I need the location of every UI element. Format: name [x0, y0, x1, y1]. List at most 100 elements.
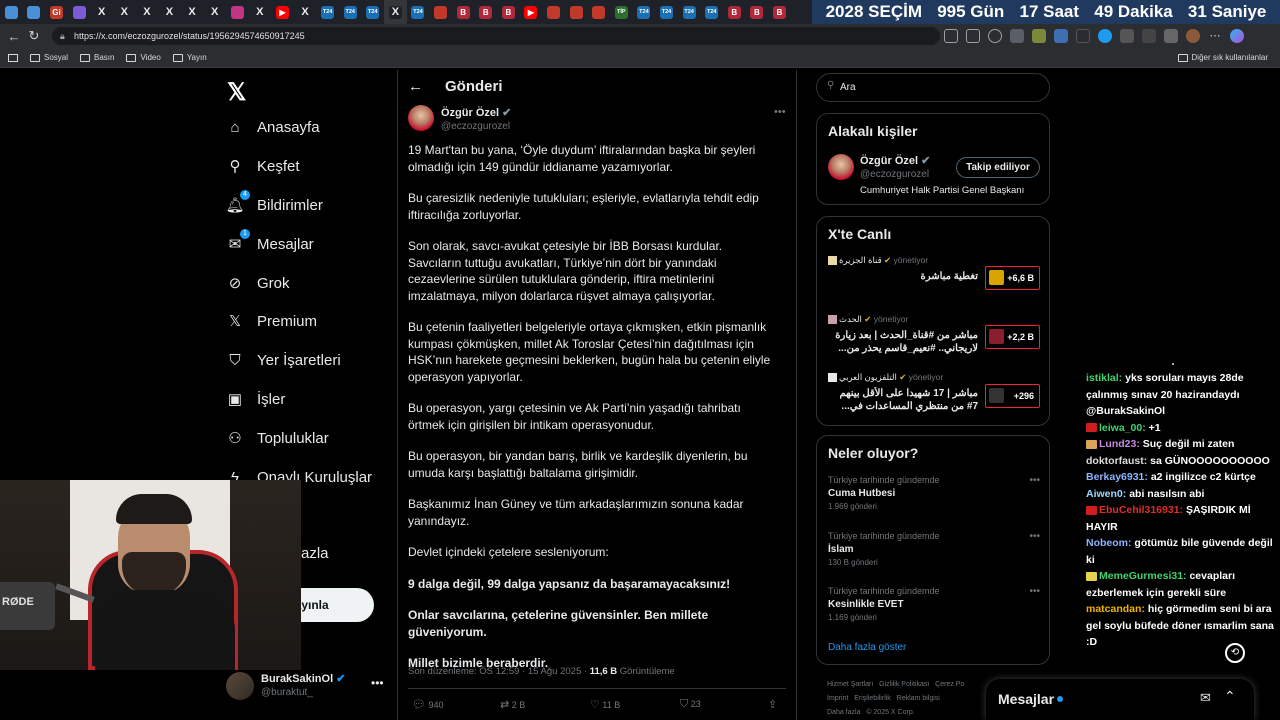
browser-tab[interactable]: B: [474, 0, 497, 24]
browser-tab[interactable]: T24: [700, 0, 723, 24]
browser-tab[interactable]: X: [294, 0, 317, 24]
author-handle[interactable]: @eczozgurozel: [441, 121, 510, 132]
live-item[interactable]: قناة الجزيرة ✔︎ yönetiyor تغطية مباشرة +6,…: [828, 255, 1040, 305]
chat-settings-icon[interactable]: ⟲: [1225, 643, 1245, 663]
browser-tab[interactable]: [565, 0, 588, 24]
search-input[interactable]: ⚲ Ara: [816, 73, 1050, 102]
browser-tab[interactable]: X: [90, 0, 113, 24]
reply-button[interactable]: 💬︎ 940: [412, 698, 444, 711]
browser-tab[interactable]: TİP: [610, 0, 633, 24]
nav-item-topluluklar[interactable]: ⚇ Topluluklar: [226, 425, 328, 451]
browser-tab[interactable]: X: [203, 0, 226, 24]
author-name-row[interactable]: Özgür Özel ✔︎: [441, 106, 511, 119]
browser-tab[interactable]: T24: [407, 0, 430, 24]
chat-username[interactable]: EbuCehil316931:: [1099, 504, 1183, 516]
chat-username[interactable]: istiklal:: [1086, 372, 1122, 384]
extension-icon[interactable]: [1010, 29, 1024, 43]
chat-username[interactable]: doktorfaust:: [1086, 455, 1147, 467]
bookmark-folder-yayin[interactable]: Yayın: [172, 53, 207, 62]
post-timestamp[interactable]: Son düzenleme: ÖS 12:59 · 15 Ağu 2025 ·: [408, 666, 587, 677]
trend-item[interactable]: Türkiye tarihinde gündemde Kesinlikle EVE…: [828, 586, 1040, 622]
trend-more-icon[interactable]: •••: [1029, 586, 1040, 597]
browser-tab[interactable]: ▶: [520, 0, 543, 24]
app-grid-icon[interactable]: [944, 29, 958, 43]
chat-username[interactable]: Aiwen0:: [1086, 488, 1126, 500]
browser-tab[interactable]: [542, 0, 565, 24]
back-icon[interactable]: ←: [4, 29, 24, 44]
extension-icon[interactable]: [1076, 29, 1090, 43]
browser-tab[interactable]: X: [158, 0, 181, 24]
nav-item-bildirimler[interactable]: 🔔︎ 4 Bildirimler: [225, 190, 323, 218]
browser-tab[interactable]: [23, 0, 46, 24]
bookmark-button[interactable]: ⛉ 23: [680, 698, 701, 711]
footer-link[interactable]: Gizlilik Politikası: [879, 681, 929, 688]
footer-link[interactable]: Reklam bilgisi: [897, 695, 940, 702]
footer-link[interactable]: Erişilebilirlik: [854, 695, 891, 702]
browser-tab[interactable]: [587, 0, 610, 24]
account-switcher[interactable]: BurakSakinOl ✔︎ @buraktut_ •••: [226, 670, 386, 706]
reload-icon[interactable]: ↻: [24, 28, 44, 44]
extension-icon[interactable]: [1054, 29, 1068, 43]
browser-tab[interactable]: B: [497, 0, 520, 24]
other-bookmarks[interactable]: Diğer sık kullanılanlar: [1177, 48, 1268, 68]
browser-tab[interactable]: X: [249, 0, 272, 24]
copilot-icon[interactable]: [1230, 29, 1244, 43]
trend-more-icon[interactable]: •••: [1029, 475, 1040, 486]
footer-link[interactable]: Imprint: [827, 695, 848, 702]
favorite-star-icon[interactable]: [988, 29, 1002, 43]
browser-tab[interactable]: X: [136, 0, 159, 24]
live-thumbnail[interactable]: +2,2 B: [985, 325, 1040, 349]
live-item[interactable]: الحدث ✔︎ yönetiyor مباشر من #قناة_الحدث |…: [828, 314, 1040, 364]
browser-tab[interactable]: T24: [678, 0, 701, 24]
nav-more-partial[interactable]: azla: [301, 545, 329, 562]
bookmark-folder-sosyal[interactable]: Sosyal: [30, 53, 68, 62]
post-more-icon[interactable]: •••: [774, 106, 786, 118]
nav-item-grok[interactable]: ⊘ Grok: [226, 270, 290, 296]
sidebar-toggle-icon[interactable]: [8, 53, 18, 62]
footer-link[interactable]: Daha fazla: [827, 709, 860, 716]
author-avatar[interactable]: [408, 105, 434, 131]
browser-tab[interactable]: T24: [633, 0, 656, 24]
live-item[interactable]: التلفزيون العربي ✔︎ yönetiyor مباشر | 17 …: [828, 372, 1040, 422]
extension-icon[interactable]: [1032, 29, 1046, 43]
browser-tab[interactable]: [68, 0, 91, 24]
live-thumbnail[interactable]: +296: [985, 384, 1040, 408]
browser-tab[interactable]: B: [723, 0, 746, 24]
browser-tab[interactable]: T24: [339, 0, 362, 24]
related-name-row[interactable]: Özgür Özel ✔︎: [860, 154, 930, 167]
extension-icon[interactable]: [1142, 29, 1156, 43]
read-aloud-icon[interactable]: [966, 29, 980, 43]
nav-item-keşfet[interactable]: ⚲ Keşfet: [226, 153, 300, 179]
back-arrow-icon[interactable]: ←: [408, 78, 423, 95]
show-more-link[interactable]: Daha fazla göster: [828, 642, 906, 653]
footer-link[interactable]: Hizmet Şartları: [827, 681, 873, 688]
nav-item-mesajlar[interactable]: ✉︎ 1 Mesajlar: [226, 229, 314, 257]
browser-tab[interactable]: T24: [316, 0, 339, 24]
bookmark-folder-basin[interactable]: Basın: [80, 53, 114, 62]
account-more-icon[interactable]: •••: [371, 676, 384, 690]
url-field[interactable]: 🔒︎ https://x.com/eczozgurozel/status/195…: [52, 27, 940, 45]
trend-more-icon[interactable]: •••: [1029, 531, 1040, 542]
nav-item-anasayfa[interactable]: ⌂ Anasayfa: [226, 114, 319, 140]
browser-tab[interactable]: [0, 0, 23, 24]
x-logo[interactable]: 𝕏: [227, 78, 246, 107]
like-button[interactable]: ♡ 11 B: [590, 698, 620, 711]
more-menu-icon[interactable]: ⋯: [1208, 29, 1222, 43]
chat-username[interactable]: Berkay6931:: [1086, 471, 1148, 483]
extension-icon[interactable]: [1120, 29, 1134, 43]
chat-username[interactable]: Nobeom:: [1086, 537, 1132, 549]
browser-tab[interactable]: Gi: [45, 0, 68, 24]
nav-item-premium[interactable]: 𝕏 Premium: [226, 308, 317, 334]
extension-icon[interactable]: [1098, 29, 1112, 43]
browser-tab[interactable]: X: [181, 0, 204, 24]
browser-tab[interactable]: [226, 0, 249, 24]
nav-item-i-şler[interactable]: ▣ İşler: [226, 386, 285, 412]
chat-username[interactable]: leiwa_00:: [1099, 422, 1146, 434]
related-avatar[interactable]: [828, 154, 854, 180]
browser-tab[interactable]: ▶: [271, 0, 294, 24]
nav-item-yer-i-şaretleri[interactable]: ⛉ Yer İşaretleri: [226, 347, 340, 373]
browser-tab[interactable]: T24: [655, 0, 678, 24]
bookmark-folder-video[interactable]: Video: [126, 53, 161, 62]
profile-avatar[interactable]: [1186, 29, 1200, 43]
chat-username[interactable]: MemeGurmesi31:: [1099, 570, 1187, 582]
